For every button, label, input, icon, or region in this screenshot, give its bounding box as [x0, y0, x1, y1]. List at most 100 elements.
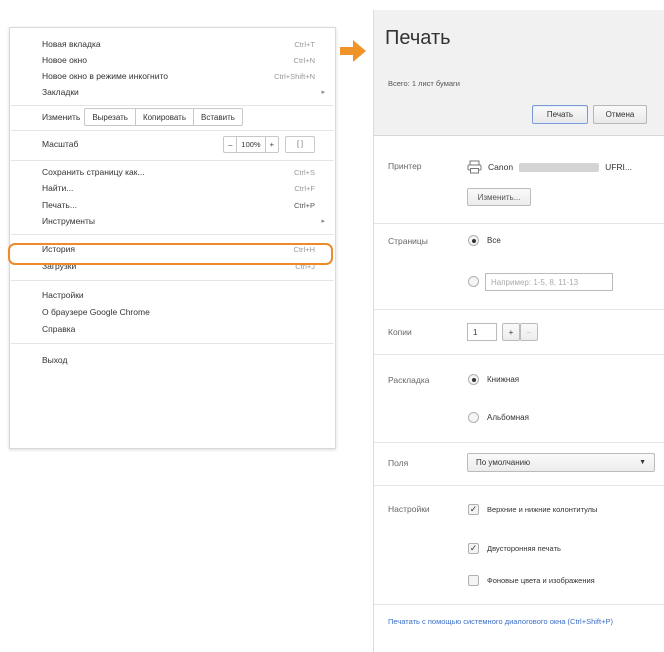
menu-item-find[interactable]: Найти... Ctrl+F	[42, 180, 315, 196]
menu-item-label: Сохранить страницу как...	[42, 167, 145, 177]
print-dialog: Печать Всего: 1 лист бумаги Печать Отмен…	[373, 10, 664, 652]
settings-label: Настройки	[388, 504, 430, 514]
cancel-button[interactable]: Отмена	[593, 105, 647, 124]
pages-custom-radio[interactable]	[468, 276, 479, 287]
sheet-summary: Всего: 1 лист бумаги	[388, 79, 460, 88]
menu-item-label: Выход	[42, 355, 68, 365]
menu-item-label: Настройки	[42, 290, 84, 300]
menu-item-shortcut: Ctrl+T	[294, 39, 315, 49]
menu-item-shortcut: Ctrl+F	[294, 183, 315, 193]
menu-item-new-tab[interactable]: Новая вкладка Ctrl+T	[42, 36, 315, 52]
pages-label: Страницы	[388, 236, 428, 246]
duplex-checkbox[interactable]: ✓	[468, 543, 479, 554]
menu-item-label: Закладки	[42, 87, 79, 97]
system-dialog-link[interactable]: Печатать с помощью системного диалоговог…	[388, 616, 664, 627]
menu-item-shortcut: Ctrl+Shift+N	[274, 71, 315, 81]
menu-item-print[interactable]: Печать... Ctrl+P	[42, 197, 315, 213]
printer-name: Canon	[488, 162, 514, 172]
printer-suffix: UFRI...	[605, 162, 632, 172]
paste-button[interactable]: Вставить	[194, 109, 242, 125]
printer-label: Принтер	[388, 161, 422, 171]
duplex-label: Двусторонняя печать	[487, 544, 561, 553]
copies-decrease-button[interactable]: –	[520, 323, 538, 341]
menu-item-help[interactable]: Справка	[42, 321, 315, 337]
section-divider	[374, 604, 664, 605]
zoom-row: Масштаб – 100% + [ ]	[42, 135, 315, 153]
menu-divider	[11, 343, 334, 344]
menu-item-tools[interactable]: Инструменты ▸	[42, 213, 325, 229]
layout-landscape-label: Альбомная	[487, 413, 529, 422]
zoom-in-button[interactable]: +	[266, 137, 278, 152]
zoom-level: 100%	[237, 136, 266, 152]
menu-divider	[11, 130, 334, 131]
printer-icon	[467, 160, 482, 174]
pointer-arrow-icon	[340, 40, 366, 62]
dropdown-arrow-icon: ▼	[639, 459, 646, 466]
zoom-controls: – 100% + [ ]	[223, 135, 315, 153]
chrome-menu: Новая вкладка Ctrl+T Новое окно Ctrl+N Н…	[9, 27, 336, 449]
menu-item-label: Инструменты	[42, 216, 96, 226]
menu-item-label: О браузере Google Chrome	[42, 307, 150, 317]
zoom-box: – 100% +	[223, 135, 279, 153]
background-graphics-label: Фоновые цвета и изображения	[487, 576, 595, 585]
pages-range-input[interactable]: Например: 1-5, 8, 11-13	[485, 273, 613, 291]
menu-item-shortcut: Ctrl+P	[293, 200, 315, 210]
headers-footers-label: Верхние и нижние колонтитулы	[487, 505, 598, 514]
menu-divider	[11, 160, 334, 161]
copies-increase-button[interactable]: +	[502, 323, 520, 341]
menu-item-label: Найти...	[42, 183, 74, 193]
submenu-arrow-icon: ▸	[321, 218, 325, 225]
menu-divider	[11, 280, 334, 281]
print-item-highlight	[8, 243, 333, 265]
margins-select[interactable]: По умолчанию ▼	[467, 453, 655, 472]
print-title: Печать	[385, 27, 451, 49]
menu-item-new-window[interactable]: Новое окно Ctrl+N	[42, 52, 315, 68]
section-divider	[374, 223, 664, 224]
menu-item-settings[interactable]: Настройки	[42, 287, 315, 303]
copies-input[interactable]: 1	[467, 323, 497, 341]
printer-selector[interactable]: Canon UFRI...	[467, 160, 632, 174]
copies-label: Копии	[388, 327, 412, 337]
zoom-label: Масштаб	[42, 139, 79, 149]
print-button[interactable]: Печать	[532, 105, 588, 124]
pages-all-label: Все	[487, 236, 501, 245]
section-divider	[374, 309, 664, 310]
printer-model-redacted	[519, 162, 600, 172]
cut-button[interactable]: Вырезать	[85, 109, 136, 125]
layout-landscape-radio[interactable]	[468, 412, 479, 423]
margins-value: По умолчанию	[476, 458, 531, 467]
margins-label: Поля	[388, 458, 409, 468]
menu-item-label: Новая вкладка	[42, 39, 101, 49]
section-divider	[374, 442, 664, 443]
layout-portrait-radio[interactable]	[468, 374, 479, 385]
menu-divider	[11, 105, 334, 106]
menu-item-label: Печать...	[42, 200, 77, 210]
edit-label: Изменить	[42, 112, 81, 122]
fullscreen-icon: [ ]	[297, 140, 303, 148]
menu-item-bookmarks[interactable]: Закладки ▸	[42, 84, 325, 100]
menu-item-label: Новое окно	[42, 55, 87, 65]
edit-buttons: Вырезать Копировать Вставить	[84, 108, 243, 126]
copy-button[interactable]: Копировать	[136, 109, 195, 125]
menu-item-exit[interactable]: Выход	[42, 352, 315, 368]
menu-divider	[11, 234, 334, 235]
menu-item-label: Справка	[42, 324, 76, 334]
background-graphics-checkbox[interactable]	[468, 575, 479, 586]
layout-portrait-label: Книжная	[487, 375, 520, 384]
zoom-out-button[interactable]: –	[224, 136, 238, 152]
menu-item-label: Новое окно в режиме инкогнито	[42, 71, 168, 81]
submenu-arrow-icon: ▸	[321, 89, 325, 96]
fullscreen-button[interactable]: [ ]	[285, 135, 315, 153]
headers-footers-checkbox[interactable]: ✓	[468, 504, 479, 515]
menu-item-incognito[interactable]: Новое окно в режиме инкогнито Ctrl+Shift…	[42, 68, 315, 84]
pages-all-radio[interactable]	[468, 235, 479, 246]
section-divider	[374, 354, 664, 355]
edit-row: Изменить Вырезать Копировать Вставить	[42, 108, 243, 126]
section-divider	[374, 485, 664, 486]
change-printer-button[interactable]: Изменить...	[467, 188, 531, 206]
menu-item-save-page[interactable]: Сохранить страницу как... Ctrl+S	[42, 164, 315, 180]
menu-item-shortcut: Ctrl+N	[293, 55, 315, 65]
menu-item-about[interactable]: О браузере Google Chrome	[42, 304, 315, 320]
print-header: Печать Всего: 1 лист бумаги Печать Отмен…	[374, 10, 664, 136]
menu-item-shortcut: Ctrl+S	[293, 167, 315, 177]
